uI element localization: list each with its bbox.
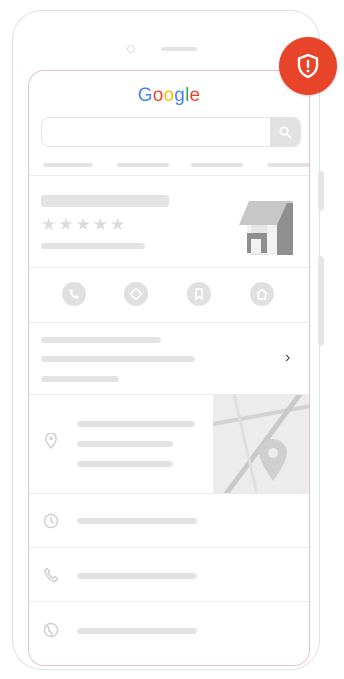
phone-row-icon-wrap: [41, 565, 61, 585]
phone-icon: [69, 289, 79, 299]
tab-placeholder[interactable]: [43, 163, 93, 167]
divider: [29, 601, 309, 602]
store-image[interactable]: [235, 195, 297, 257]
website-row-icon-wrap: [41, 620, 61, 640]
earpiece-speaker: [161, 47, 197, 51]
search-input[interactable]: [41, 117, 301, 147]
phone-line-placeholder: [77, 573, 197, 579]
address-line-placeholder: [77, 421, 195, 427]
star-icon: ★: [41, 215, 57, 234]
search-button[interactable]: [270, 118, 300, 146]
logo-letter: g: [174, 85, 186, 106]
divider: [29, 547, 309, 548]
address-line-placeholder: [77, 441, 173, 447]
rating-stars: ★ ★ ★ ★ ★: [41, 216, 125, 233]
tab-placeholder[interactable]: [117, 163, 169, 167]
about-line-placeholder: [41, 376, 119, 382]
google-logo: Google: [29, 85, 309, 107]
security-badge[interactable]: [279, 37, 337, 95]
directions-icon: [130, 288, 142, 300]
hours-row-icon-wrap: [41, 511, 61, 531]
search-icon: [279, 126, 291, 138]
save-icon: [195, 288, 203, 300]
about-line-placeholder: [41, 337, 161, 343]
listing-title-placeholder: [41, 195, 169, 207]
star-icon: ★: [110, 215, 126, 234]
divider: [29, 175, 309, 176]
about-line-placeholder: [41, 356, 195, 362]
save-action[interactable]: [187, 282, 211, 306]
globe-icon: [43, 622, 59, 638]
storefront-icon: [239, 201, 293, 255]
divider: [29, 493, 309, 494]
website-icon: [256, 288, 268, 300]
logo-letter: o: [152, 85, 164, 106]
phone-side-button: [318, 171, 324, 211]
map-pin-icon: [213, 395, 309, 493]
phone-screen: Google ★ ★ ★ ★ ★ ›: [28, 70, 310, 666]
logo-letter: e: [189, 85, 201, 106]
logo-letter: G: [137, 85, 153, 106]
tab-placeholder[interactable]: [191, 163, 243, 167]
address-line-placeholder: [77, 461, 173, 467]
website-action[interactable]: [250, 282, 274, 306]
logo-letter: o: [163, 85, 175, 106]
star-icon: ★: [58, 215, 74, 234]
star-icon: ★: [75, 215, 91, 234]
location-pin-icon: [45, 433, 57, 449]
directions-action[interactable]: [124, 282, 148, 306]
divider: [29, 267, 309, 268]
tab-placeholder[interactable]: [267, 163, 309, 167]
divider: [29, 322, 309, 323]
phone-icon: [43, 567, 59, 583]
location-row-icon-wrap: [41, 431, 61, 451]
clock-icon: [43, 513, 59, 529]
chevron-right-icon[interactable]: ›: [285, 349, 290, 367]
front-camera: [127, 45, 135, 53]
phone-side-button: [318, 256, 324, 346]
shield-alert-icon: [297, 53, 319, 79]
hours-line-placeholder: [77, 518, 197, 524]
star-icon: ★: [92, 215, 108, 234]
call-action[interactable]: [62, 282, 86, 306]
website-line-placeholder: [77, 628, 197, 634]
map-thumbnail[interactable]: [213, 395, 309, 493]
listing-subtitle-placeholder: [41, 243, 145, 249]
